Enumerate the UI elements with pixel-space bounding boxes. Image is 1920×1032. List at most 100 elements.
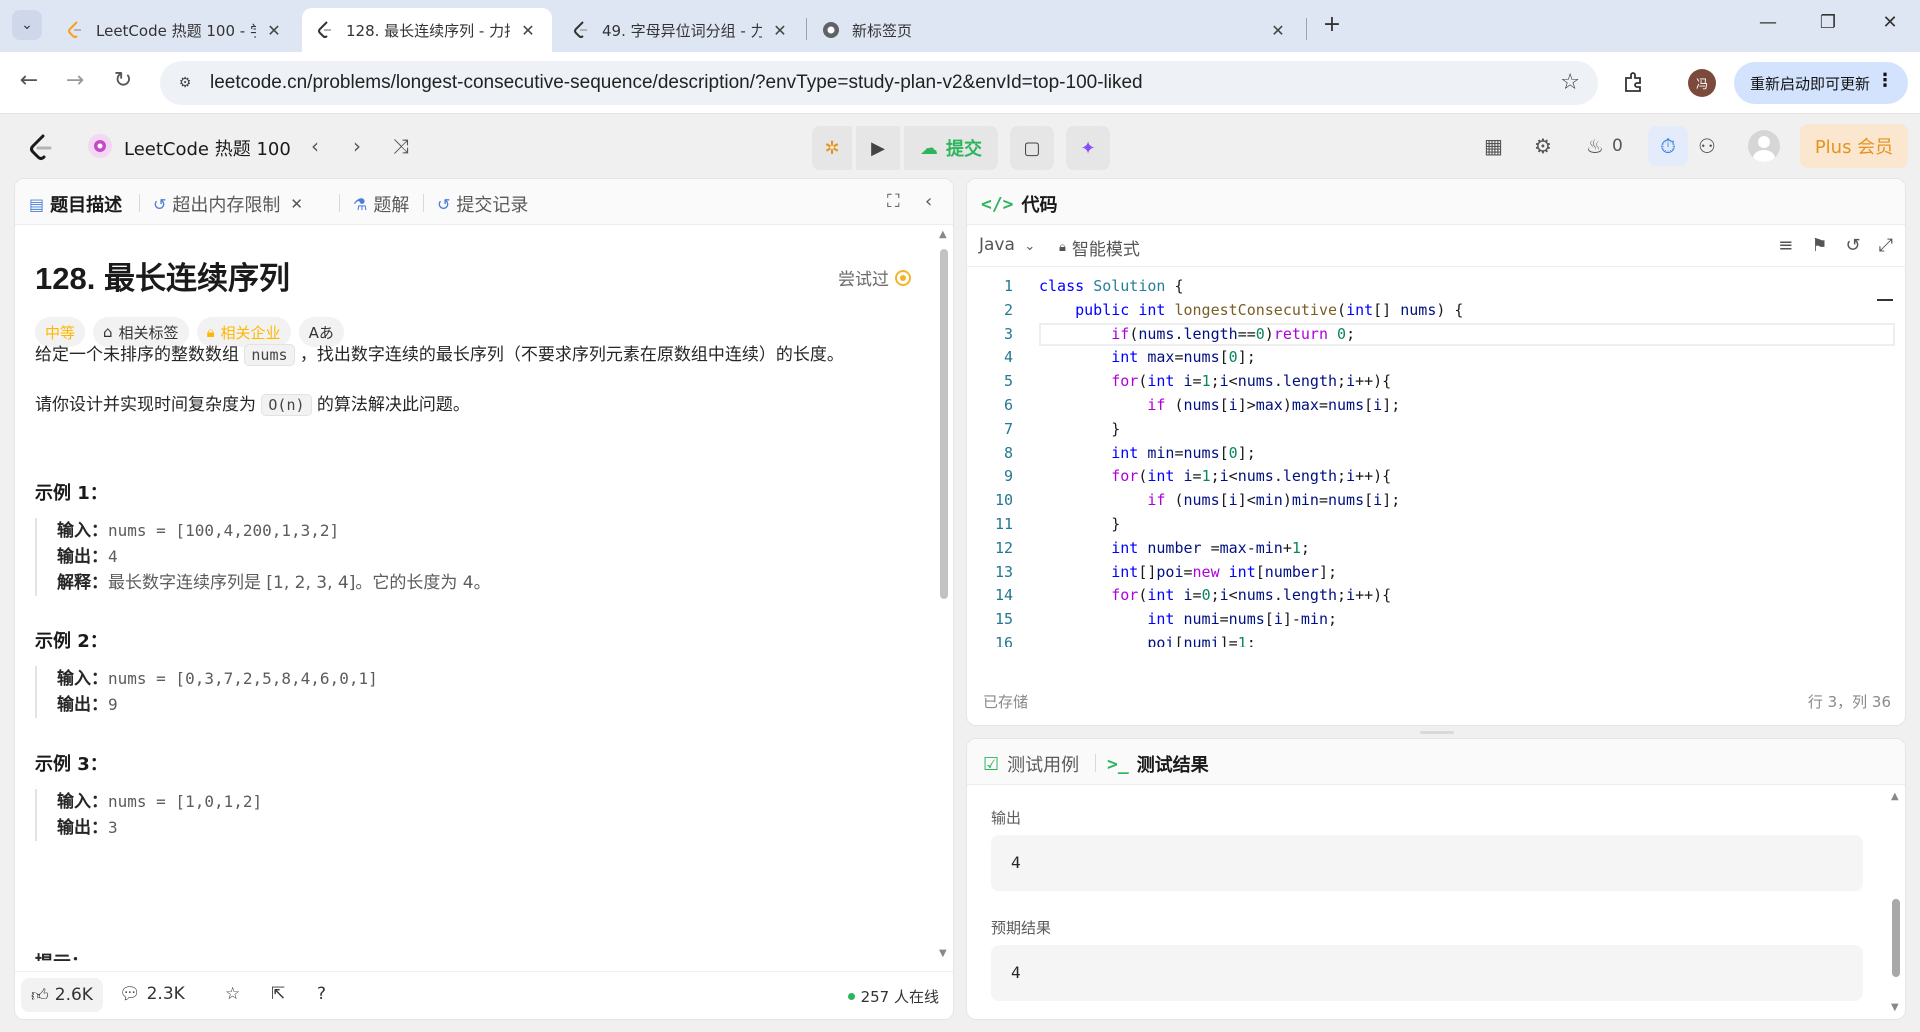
add-friend-icon[interactable]: ⚇ bbox=[1698, 134, 1716, 158]
like-count: 2.6K bbox=[54, 985, 93, 1005]
description-tabs: ▤ 题目描述 ↺ 超出内存限制 ✕ ⚗ 题解 ↺ 提交记录 ⛶ ‹ bbox=[15, 179, 953, 225]
update-button[interactable]: 重新启动即可更新 ⋮ bbox=[1734, 62, 1908, 104]
minimize-button[interactable]: — bbox=[1748, 12, 1788, 33]
code-line[interactable]: if (nums[i]<min)min=nums[i]; bbox=[1039, 489, 1879, 513]
code-line[interactable]: int[]poi=new int[number]; bbox=[1039, 561, 1879, 585]
format-icon[interactable]: ≡ bbox=[1778, 235, 1793, 256]
help-icon[interactable]: ? bbox=[317, 984, 326, 1004]
code-line[interactable]: for(int i=0;i<nums.length;i++){ bbox=[1039, 584, 1879, 608]
code-line[interactable]: int numi=nums[i]-min; bbox=[1039, 608, 1879, 632]
smart-mode-toggle[interactable]: 🔒︎ 智能模式 bbox=[1059, 235, 1140, 260]
site-info-icon[interactable]: ⚙ bbox=[174, 72, 196, 94]
code-line[interactable]: public int longestConsecutive(int[] nums… bbox=[1039, 299, 1879, 323]
forward-button[interactable]: → bbox=[60, 68, 90, 93]
restore-button[interactable]: ❐ bbox=[1808, 12, 1848, 33]
window-close-button[interactable]: ✕ bbox=[1870, 12, 1910, 33]
next-problem-icon[interactable]: › bbox=[344, 134, 370, 158]
code-line[interactable]: int max=nums[0]; bbox=[1039, 346, 1879, 370]
extensions-icon[interactable] bbox=[1622, 70, 1648, 96]
tab-submissions[interactable]: ↺ 提交记录 bbox=[437, 191, 528, 217]
note-button[interactable]: ▢ bbox=[1010, 126, 1054, 170]
close-icon[interactable]: ✕ bbox=[290, 195, 303, 213]
browser-tab-2[interactable]: 49. 字母异位词分组 - 力扣（LeetCode） ✕ bbox=[558, 8, 804, 52]
output-value: 9 bbox=[108, 695, 118, 714]
scroll-thumb[interactable] bbox=[1892, 899, 1900, 977]
shuffle-icon[interactable]: ⤨ bbox=[388, 134, 414, 158]
like-button[interactable]: 👍︎ 2.6K bbox=[21, 978, 103, 1012]
code-line[interactable]: int min=nums[0]; bbox=[1039, 442, 1879, 466]
prev-problem-icon[interactable]: ‹ bbox=[302, 134, 328, 158]
code-editor[interactable]: 1234567891011121314151617 class Solution… bbox=[967, 275, 1905, 647]
run-toolbar: ✲ ▶ ☁ 提交 ▢ ✦ bbox=[812, 126, 1110, 170]
code-line[interactable]: if(nums.length==0)return 0; bbox=[1039, 323, 1879, 347]
code-line[interactable]: } bbox=[1039, 418, 1879, 442]
leetcode-logo-icon[interactable] bbox=[28, 134, 56, 162]
timer-button[interactable]: ⏱ bbox=[1648, 126, 1688, 166]
line-number: 14 bbox=[994, 586, 1013, 605]
scroll-thumb[interactable] bbox=[940, 249, 948, 599]
share-icon[interactable]: ⇱ bbox=[271, 984, 285, 1004]
language-select[interactable]: Java ⌄ bbox=[979, 235, 1035, 255]
streak-counter[interactable]: ♨ 0 bbox=[1586, 134, 1623, 158]
code-line[interactable]: int number =max-min+1; bbox=[1039, 537, 1879, 561]
layout-icon[interactable]: ▦ bbox=[1484, 134, 1503, 158]
submit-button[interactable]: ☁ 提交 bbox=[904, 126, 998, 170]
browser-tab-3[interactable]: 新标签页 ✕ bbox=[808, 8, 1302, 52]
close-icon[interactable]: ✕ bbox=[264, 21, 284, 40]
problem-title: 128. 最长连续序列 bbox=[35, 261, 290, 296]
back-button[interactable]: ← bbox=[14, 68, 44, 93]
scroll-up-icon[interactable]: ▲ bbox=[939, 229, 947, 240]
fullscreen-icon[interactable]: ⤢ bbox=[1879, 235, 1893, 256]
close-icon[interactable]: ✕ bbox=[518, 21, 538, 40]
description-scrollbar[interactable]: ▲ ▼ bbox=[938, 229, 950, 959]
tag-icon: ⌂ bbox=[103, 323, 113, 341]
study-plan-title[interactable]: LeetCode 热题 100 bbox=[124, 135, 291, 161]
bookmark-star-icon[interactable]: ☆ bbox=[1560, 70, 1580, 95]
results-scrollbar[interactable]: ▲ ▼ bbox=[1890, 791, 1902, 1013]
code-line[interactable]: if (nums[i]>max)max=nums[i]; bbox=[1039, 394, 1879, 418]
tab-memory-exceeded[interactable]: ↺ 超出内存限制 ✕ bbox=[153, 191, 303, 217]
scroll-down-icon[interactable]: ▼ bbox=[939, 948, 947, 959]
bookmark-icon[interactable]: ⚑ bbox=[1811, 235, 1827, 256]
panel-resize-handle[interactable] bbox=[1420, 731, 1454, 734]
settings-gear-icon[interactable]: ⚙ bbox=[1534, 134, 1552, 158]
collapse-icon[interactable]: ‹ bbox=[925, 191, 932, 212]
saved-status: 已存储 bbox=[983, 693, 1029, 711]
address-bar[interactable]: ⚙ leetcode.cn/problems/longest-consecuti… bbox=[160, 61, 1598, 105]
code-line[interactable]: for(int i=1;i<nums.length;i++){ bbox=[1039, 465, 1879, 489]
close-icon[interactable]: ✕ bbox=[770, 21, 790, 40]
scroll-down-icon[interactable]: ▼ bbox=[1891, 1002, 1899, 1013]
debug-button[interactable]: ✲ bbox=[812, 126, 852, 170]
new-tab-button[interactable]: + bbox=[1318, 12, 1346, 37]
test-panel: ☑ 测试用例 >_ 测试结果 输出 4 预期结果 4 ▲ ▼ bbox=[966, 738, 1906, 1020]
code-line[interactable]: class Solution { bbox=[1039, 275, 1879, 299]
run-button[interactable]: ▶ bbox=[856, 126, 900, 170]
code-lines[interactable]: class Solution { public int longestConse… bbox=[1039, 275, 1879, 647]
submit-label: 提交 bbox=[946, 139, 982, 160]
profile-avatar[interactable]: 冯 bbox=[1688, 69, 1716, 97]
reload-button[interactable]: ↻ bbox=[108, 68, 138, 93]
reset-icon[interactable]: ↺ bbox=[1846, 235, 1861, 256]
tab-test-results[interactable]: >_ 测试结果 bbox=[1107, 751, 1209, 777]
output-label: 输出： bbox=[57, 818, 108, 838]
tab-search-button[interactable]: ⌄ bbox=[12, 10, 42, 40]
browser-tab-0[interactable]: LeetCode 热题 100 - 学习计划 - 力扣 ✕ bbox=[52, 8, 298, 52]
tab-solutions[interactable]: ⚗ 题解 bbox=[353, 191, 409, 217]
favorite-star-icon[interactable]: ☆ bbox=[225, 984, 240, 1004]
ai-assistant-button[interactable]: ✦ bbox=[1066, 126, 1110, 170]
plus-member-button[interactable]: Plus 会员 bbox=[1800, 124, 1908, 168]
user-avatar[interactable] bbox=[1748, 130, 1780, 162]
code-line[interactable]: for(int i=1;i<nums.length;i++){ bbox=[1039, 370, 1879, 394]
maximize-icon[interactable]: ⛶ bbox=[887, 191, 900, 212]
tab-title: LeetCode 热题 100 - 学习计划 - 力扣 bbox=[96, 21, 256, 40]
code-line[interactable]: } bbox=[1039, 513, 1879, 537]
tab-divider bbox=[423, 194, 424, 212]
study-plan-icon bbox=[88, 134, 112, 158]
comments-button[interactable]: 💬︎ 2.3K bbox=[119, 984, 185, 1004]
browser-tab-1[interactable]: 128. 最长连续序列 - 力扣（LeetCode） ✕ bbox=[302, 8, 552, 52]
close-icon[interactable]: ✕ bbox=[1268, 21, 1288, 40]
tab-description[interactable]: ▤ 题目描述 bbox=[29, 191, 122, 217]
scroll-up-icon[interactable]: ▲ bbox=[1891, 791, 1899, 802]
code-line[interactable]: poi[numi]=1; bbox=[1039, 632, 1879, 647]
tab-testcases[interactable]: ☑ 测试用例 bbox=[983, 751, 1079, 777]
